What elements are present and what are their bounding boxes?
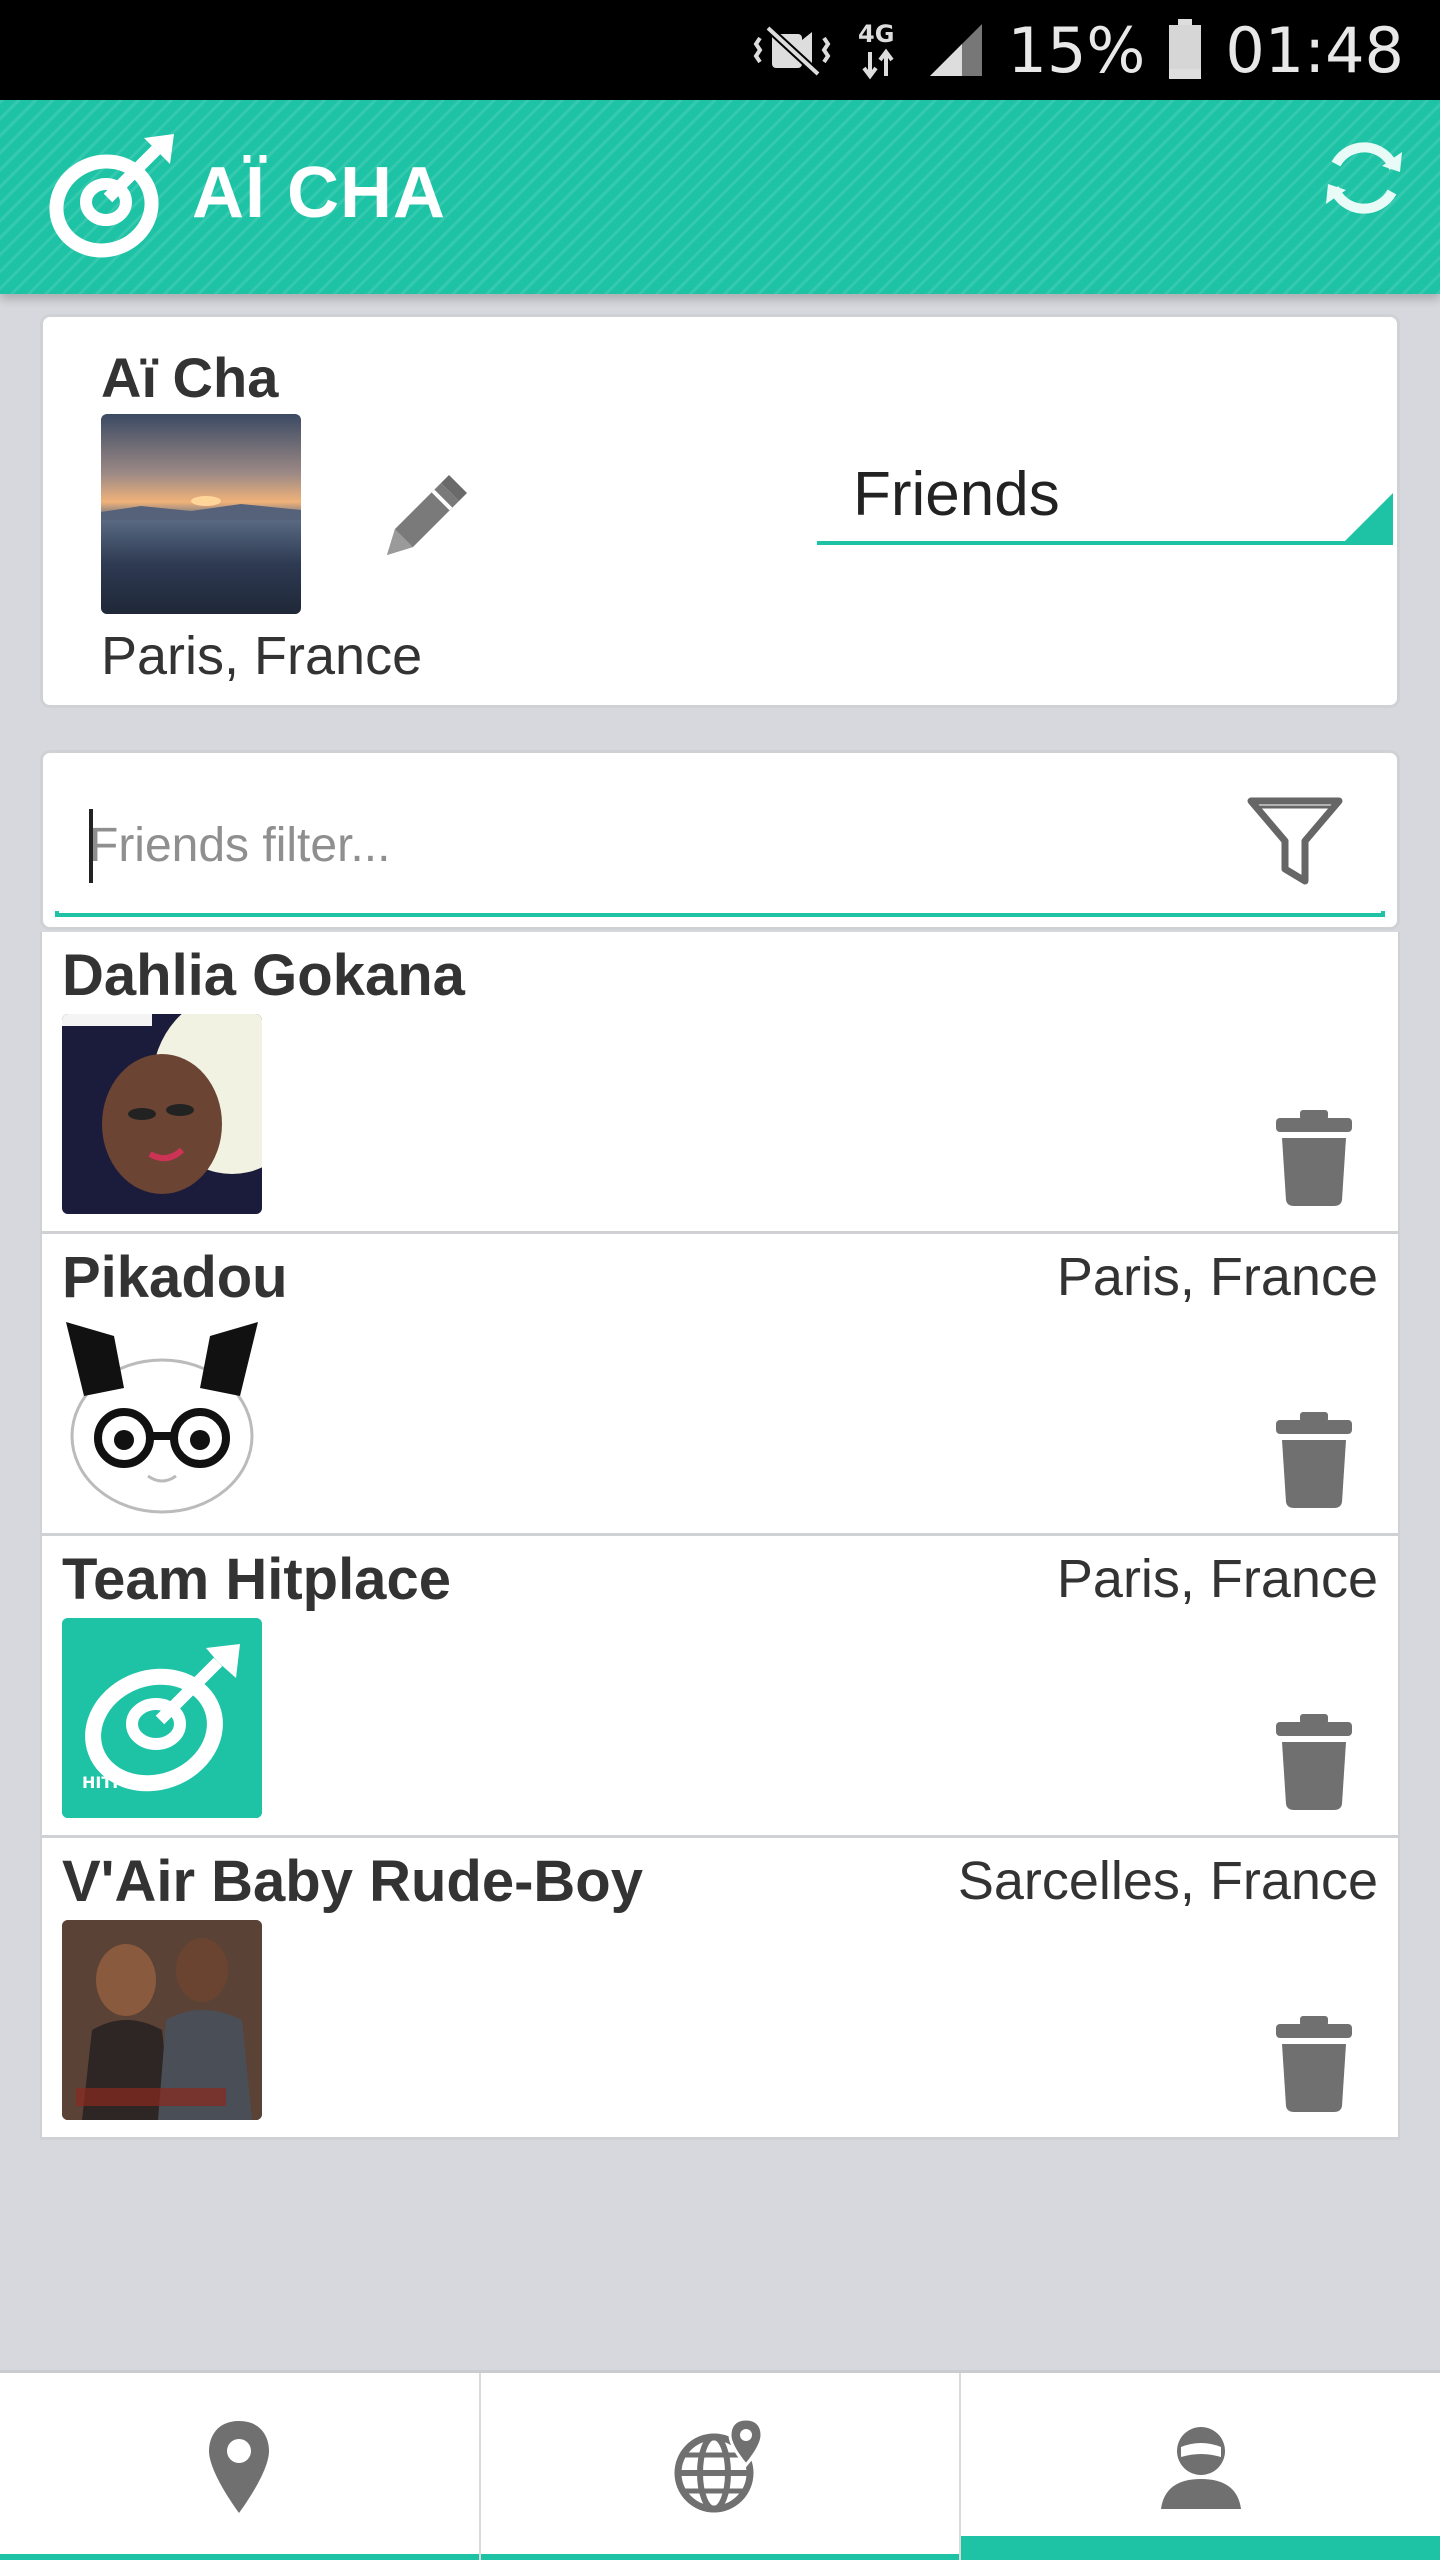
delete-friend-button[interactable] bbox=[1274, 1412, 1354, 1508]
friend-name: Dahlia Gokana bbox=[62, 943, 465, 1008]
trash-icon bbox=[1274, 1110, 1354, 1210]
friend-row[interactable]: Team Hitplace Paris, France HITPLaCE bbox=[40, 1536, 1400, 1838]
trash-icon bbox=[1274, 1714, 1354, 1814]
friend-name: Pikadou bbox=[62, 1245, 288, 1310]
network-4g-icon: 4G bbox=[854, 18, 904, 82]
group-dropdown-value: Friends bbox=[853, 460, 1060, 529]
friend-row[interactable]: Dahlia Gokana bbox=[40, 932, 1400, 1234]
friend-avatar[interactable] bbox=[62, 1920, 262, 2120]
friend-avatar[interactable] bbox=[62, 1316, 262, 1516]
bottom-nav bbox=[0, 2370, 1440, 2560]
friend-location: Sarcelles, France bbox=[957, 1851, 1378, 1911]
text-cursor bbox=[89, 809, 93, 883]
refresh-button[interactable] bbox=[1304, 120, 1424, 240]
globe-pin-icon bbox=[670, 2416, 770, 2517]
delete-friend-button[interactable] bbox=[1274, 2016, 1354, 2112]
profile-card: Aï Cha Paris, France Friends bbox=[40, 314, 1400, 708]
battery-percent: 15% bbox=[1007, 13, 1146, 87]
svg-text:4G: 4G bbox=[858, 20, 894, 48]
profile-location: Paris, France bbox=[101, 626, 423, 686]
friend-name: Team Hitplace bbox=[62, 1547, 451, 1612]
friend-location: Paris, France bbox=[1056, 1549, 1378, 1609]
filter-underline bbox=[55, 911, 1385, 917]
profile-photo[interactable] bbox=[101, 414, 301, 614]
group-dropdown[interactable]: Friends bbox=[817, 447, 1393, 545]
battery-icon bbox=[1167, 19, 1203, 81]
friend-avatar[interactable]: HITPLaCE bbox=[62, 1618, 262, 1818]
signal-icon bbox=[926, 20, 986, 80]
vibrate-mute-icon bbox=[752, 20, 832, 80]
tab-indicator-active bbox=[961, 2536, 1440, 2560]
delete-friend-button[interactable] bbox=[1274, 1714, 1354, 1810]
friend-location: Paris, France bbox=[1056, 1247, 1378, 1307]
tab-world[interactable] bbox=[480, 2373, 962, 2560]
friends-filter-card bbox=[40, 750, 1400, 930]
edit-profile-button[interactable] bbox=[367, 463, 477, 573]
friends-filter-input[interactable] bbox=[89, 805, 1189, 885]
person-icon bbox=[1151, 2417, 1251, 2517]
svg-text:HITPLaCE: HITPLaCE bbox=[82, 1773, 168, 1792]
app-title: AÏ CHA bbox=[192, 153, 446, 233]
map-pin-icon bbox=[189, 2417, 289, 2517]
delete-friend-button[interactable] bbox=[1274, 1110, 1354, 1206]
pencil-icon bbox=[367, 475, 477, 577]
status-bar: 4G 15% 01:48 bbox=[0, 0, 1440, 100]
trash-icon bbox=[1274, 1412, 1354, 1512]
friend-avatar[interactable] bbox=[62, 1014, 262, 1214]
dart-target-logo-icon bbox=[44, 128, 180, 264]
profile-name: Aï Cha bbox=[101, 346, 279, 409]
friend-row[interactable]: V'Air Baby Rude-Boy Sarcelles, France bbox=[40, 1838, 1400, 2140]
friend-name: V'Air Baby Rude-Boy bbox=[62, 1849, 643, 1914]
funnel-filter-icon[interactable] bbox=[1245, 791, 1345, 891]
app-bar: AÏ CHA bbox=[0, 100, 1440, 294]
dropdown-arrow-icon bbox=[1345, 493, 1393, 541]
friends-list: Dahlia Gokana Pikadou Paris, France Team… bbox=[40, 932, 1400, 2140]
refresh-icon bbox=[1316, 130, 1412, 231]
friend-row[interactable]: Pikadou Paris, France bbox=[40, 1234, 1400, 1536]
tab-indicator bbox=[0, 2554, 479, 2560]
trash-icon bbox=[1274, 2016, 1354, 2116]
tab-profile[interactable] bbox=[961, 2373, 1440, 2560]
tab-indicator bbox=[480, 2554, 960, 2560]
tab-map[interactable] bbox=[0, 2373, 481, 2560]
clock: 01:48 bbox=[1225, 13, 1404, 87]
